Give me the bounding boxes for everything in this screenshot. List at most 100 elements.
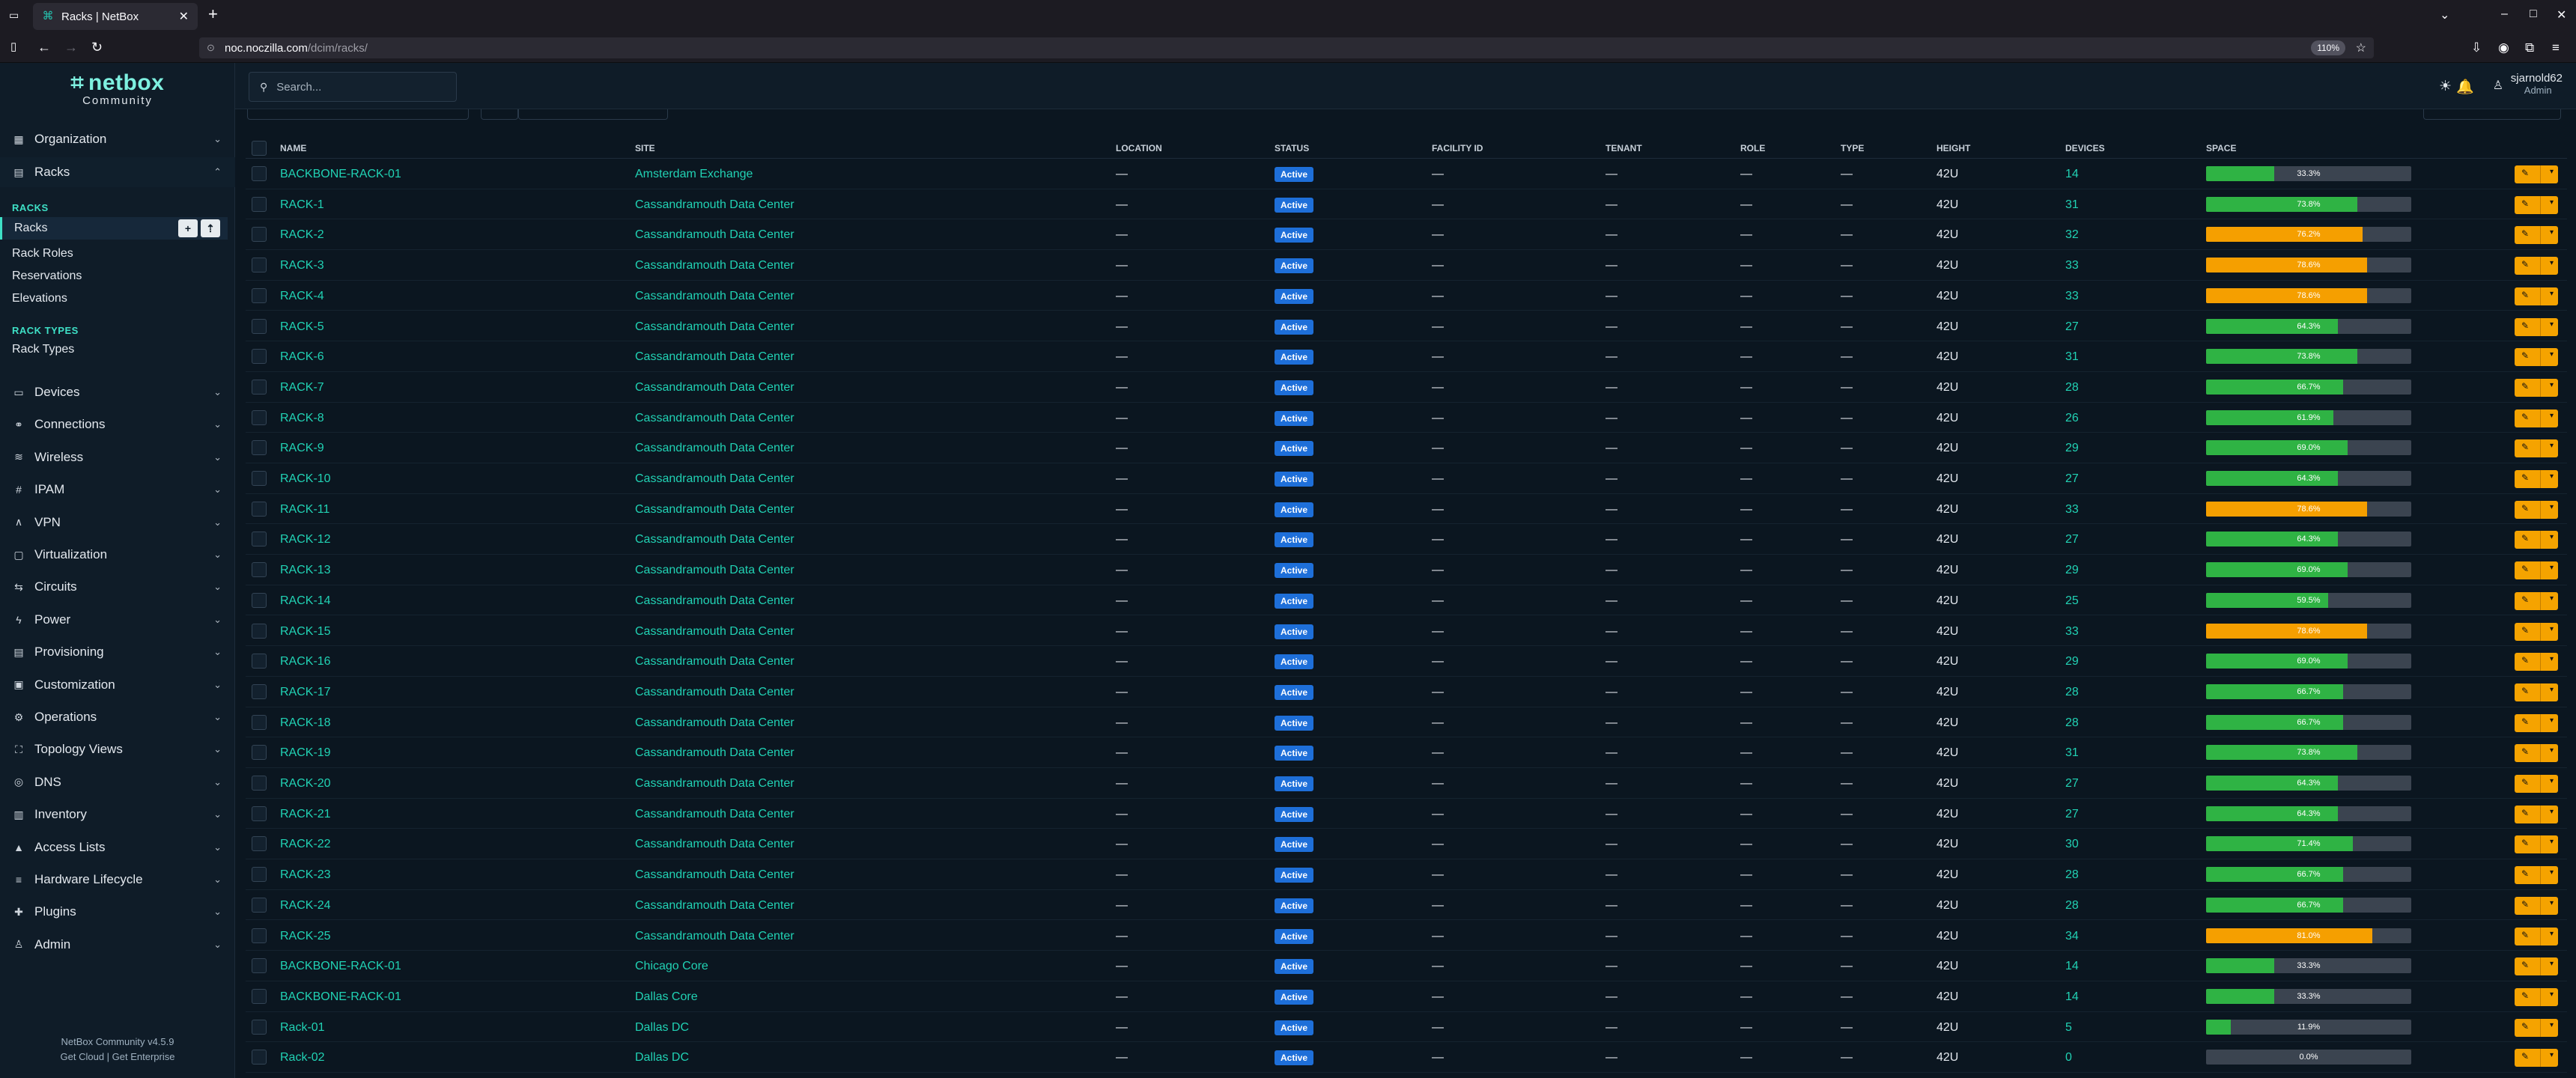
- column-header-role[interactable]: ROLE: [1740, 143, 1765, 153]
- global-search-input[interactable]: ⚲ Search...: [249, 72, 457, 102]
- row-actions-button[interactable]: ✎ ▾: [2515, 317, 2558, 336]
- row-checkbox[interactable]: [252, 471, 267, 486]
- minimize-icon[interactable]: –: [2501, 7, 2508, 21]
- column-header-name[interactable]: NAME: [280, 143, 306, 153]
- rack-name-link[interactable]: RACK-21: [280, 808, 331, 821]
- chevron-down-icon[interactable]: ▾: [2550, 290, 2554, 298]
- devices-count-link[interactable]: 14: [2065, 168, 2079, 181]
- export-button[interactable]: [2423, 109, 2561, 120]
- edit-pencil-icon[interactable]: ✎: [2521, 442, 2529, 452]
- row-actions-button[interactable]: ✎ ▾: [2515, 257, 2558, 275]
- chevron-down-icon[interactable]: ▾: [2550, 716, 2554, 725]
- devices-count-link[interactable]: 27: [2065, 320, 2079, 334]
- reload-icon[interactable]: ↻: [91, 40, 103, 55]
- maximize-icon[interactable]: □: [2530, 7, 2537, 21]
- rack-name-link[interactable]: RACK-6: [280, 350, 324, 364]
- chevron-down-icon[interactable]: ▾: [2550, 320, 2554, 329]
- site-link[interactable]: Cassandramouth Data Center: [635, 350, 795, 364]
- chevron-down-icon[interactable]: ▾: [2550, 198, 2554, 207]
- sidebar-section-circuits[interactable]: ⇆ Circuits ⌄: [0, 572, 235, 602]
- sidebar-section-access-lists[interactable]: ▲ Access Lists ⌄: [0, 832, 235, 862]
- row-checkbox[interactable]: [252, 1050, 267, 1065]
- edit-pencil-icon[interactable]: ✎: [2521, 777, 2529, 788]
- rack-name-link[interactable]: RACK-24: [280, 899, 331, 913]
- rack-name-link[interactable]: RACK-8: [280, 412, 324, 425]
- new-tab-icon[interactable]: +: [208, 4, 218, 24]
- column-header-facility-id[interactable]: FACILITY ID: [1432, 143, 1483, 153]
- sidebar-item-elevations[interactable]: Elevations: [12, 292, 67, 305]
- user-menu[interactable]: ♙ sjarnold62 Admin: [2493, 72, 2563, 96]
- row-actions-button[interactable]: ✎ ▾: [2515, 1018, 2558, 1037]
- site-info-icon[interactable]: ⊙: [207, 42, 215, 54]
- edit-pencil-icon[interactable]: ✎: [2521, 594, 2529, 605]
- row-actions-button[interactable]: ✎ ▾: [2515, 713, 2558, 732]
- sidebar-section-virtualization[interactable]: ▢ Virtualization ⌄: [0, 540, 235, 570]
- select-all-checkbox[interactable]: [252, 141, 267, 156]
- chevron-down-icon[interactable]: ▾: [2550, 503, 2554, 511]
- rack-name-link[interactable]: RACK-3: [280, 259, 324, 272]
- row-checkbox[interactable]: [252, 928, 267, 943]
- rack-name-link[interactable]: RACK-1: [280, 198, 324, 212]
- chevron-down-icon[interactable]: ▾: [2550, 168, 2554, 176]
- site-link[interactable]: Cassandramouth Data Center: [635, 868, 795, 882]
- edit-pencil-icon[interactable]: ✎: [2521, 746, 2529, 757]
- devices-count-link[interactable]: 30: [2065, 838, 2079, 851]
- chevron-down-icon[interactable]: ▾: [2550, 228, 2554, 237]
- devices-count-link[interactable]: 29: [2065, 564, 2079, 577]
- site-link[interactable]: Cassandramouth Data Center: [635, 228, 795, 242]
- row-checkbox[interactable]: [252, 592, 267, 608]
- row-actions-button[interactable]: ✎ ▾: [2515, 987, 2558, 1006]
- sidebar-section-plugins[interactable]: ✚ Plugins ⌄: [0, 897, 235, 927]
- site-link[interactable]: Cassandramouth Data Center: [635, 472, 795, 486]
- edit-pencil-icon[interactable]: ✎: [2521, 290, 2529, 300]
- row-actions-button[interactable]: ✎ ▾: [2515, 622, 2558, 641]
- site-link[interactable]: Cassandramouth Data Center: [635, 381, 795, 395]
- bookmark-star-icon[interactable]: ☆: [2356, 40, 2366, 55]
- rack-name-link[interactable]: BACKBONE-RACK-01: [280, 168, 401, 181]
- devices-count-link[interactable]: 5: [2065, 1021, 2072, 1035]
- row-actions-button[interactable]: ✎ ▾: [2515, 835, 2558, 854]
- edit-pencil-icon[interactable]: ✎: [2521, 381, 2529, 392]
- row-actions-button[interactable]: ✎ ▾: [2515, 1049, 2558, 1068]
- site-link[interactable]: Cassandramouth Data Center: [635, 594, 795, 608]
- zoom-level-badge[interactable]: 110%: [2311, 40, 2345, 55]
- devices-count-link[interactable]: 27: [2065, 472, 2079, 486]
- site-link[interactable]: Cassandramouth Data Center: [635, 320, 795, 334]
- column-header-space[interactable]: SPACE: [2206, 143, 2236, 153]
- rack-name-link[interactable]: RACK-15: [280, 625, 331, 639]
- edit-pencil-icon[interactable]: ✎: [2521, 1051, 2529, 1062]
- row-actions-button[interactable]: ✎ ▾: [2515, 957, 2558, 976]
- chevron-down-icon[interactable]: ▾: [2550, 930, 2554, 938]
- devices-count-link[interactable]: 28: [2065, 899, 2079, 913]
- column-header-devices[interactable]: DEVICES: [2065, 143, 2105, 153]
- rack-name-link[interactable]: RACK-22: [280, 838, 331, 851]
- edit-pencil-icon[interactable]: ✎: [2521, 808, 2529, 818]
- row-checkbox[interactable]: [252, 562, 267, 578]
- browser-tab[interactable]: ⌘ Racks | NetBox ✕: [33, 3, 198, 30]
- chevron-down-icon[interactable]: ▾: [2550, 1051, 2554, 1059]
- rack-name-link[interactable]: RACK-5: [280, 320, 324, 334]
- row-checkbox[interactable]: [252, 166, 267, 181]
- row-checkbox[interactable]: [252, 379, 267, 395]
- chevron-down-icon[interactable]: ▾: [2550, 746, 2554, 755]
- rack-name-link[interactable]: Rack-02: [280, 1051, 325, 1065]
- extensions-icon[interactable]: ⧉: [2525, 40, 2534, 55]
- sidebar-section-customization[interactable]: ▣ Customization ⌄: [0, 670, 235, 700]
- row-actions-button[interactable]: ✎ ▾: [2515, 683, 2558, 701]
- edit-pencil-icon[interactable]: ✎: [2521, 412, 2529, 422]
- devices-count-link[interactable]: 28: [2065, 868, 2079, 882]
- edit-pencil-icon[interactable]: ✎: [2521, 868, 2529, 879]
- sidebar-section-vpn[interactable]: ∧ VPN ⌄: [0, 508, 235, 538]
- row-checkbox[interactable]: [252, 867, 267, 883]
- brand-logo[interactable]: ⌗ netbox Community: [0, 70, 235, 115]
- site-link[interactable]: Cassandramouth Data Center: [635, 625, 795, 639]
- sidebar-section-admin[interactable]: ♙ Admin ⌄: [0, 930, 235, 960]
- edit-pencil-icon[interactable]: ✎: [2521, 1021, 2529, 1032]
- site-link[interactable]: Cassandramouth Data Center: [635, 442, 795, 455]
- chevron-down-icon[interactable]: ▾: [2550, 442, 2554, 450]
- row-checkbox[interactable]: [252, 409, 267, 425]
- row-checkbox[interactable]: [252, 196, 267, 212]
- edit-pencil-icon[interactable]: ✎: [2521, 564, 2529, 574]
- sidebar-item-rack-roles[interactable]: Rack Roles: [12, 247, 73, 261]
- forward-icon[interactable]: →: [64, 40, 78, 55]
